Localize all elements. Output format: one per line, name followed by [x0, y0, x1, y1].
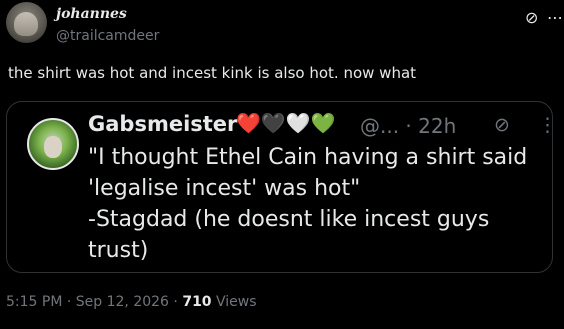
tweet-author-name[interactable]: johannes — [56, 6, 127, 22]
quote-author-name[interactable]: Gabsmeister — [88, 112, 237, 136]
grok-icon[interactable]: ⊘ — [525, 8, 538, 27]
views-label: Views — [216, 294, 257, 310]
quote-avatar[interactable] — [27, 118, 79, 170]
quote-text: "I thought Ethel Cain having a shirt sai… — [88, 145, 528, 263]
views-count: 710 — [182, 294, 212, 310]
quote-handle-time[interactable]: @... · 22h — [360, 114, 456, 138]
tweet-author-handle[interactable]: @trailcamdeer — [56, 28, 159, 44]
meta-separator: · — [173, 294, 178, 310]
post-date[interactable]: Sep 12, 2026 — [76, 294, 169, 310]
heart-emojis: ❤️🖤🤍💚 — [236, 111, 336, 135]
quote-grok-icon[interactable]: ⊘ — [494, 114, 510, 136]
more-icon[interactable]: ⋯ — [547, 8, 563, 27]
post-time[interactable]: 5:15 PM — [6, 294, 62, 310]
tweet-meta: 5:15 PM · Sep 12, 2026 · 710 Views — [6, 294, 257, 310]
tweet-text: the shirt was hot and incest kink is als… — [8, 64, 417, 82]
meta-separator: · — [66, 294, 72, 310]
quote-more-icon[interactable]: ⋮ — [538, 114, 557, 136]
tweet-avatar[interactable] — [6, 2, 47, 43]
